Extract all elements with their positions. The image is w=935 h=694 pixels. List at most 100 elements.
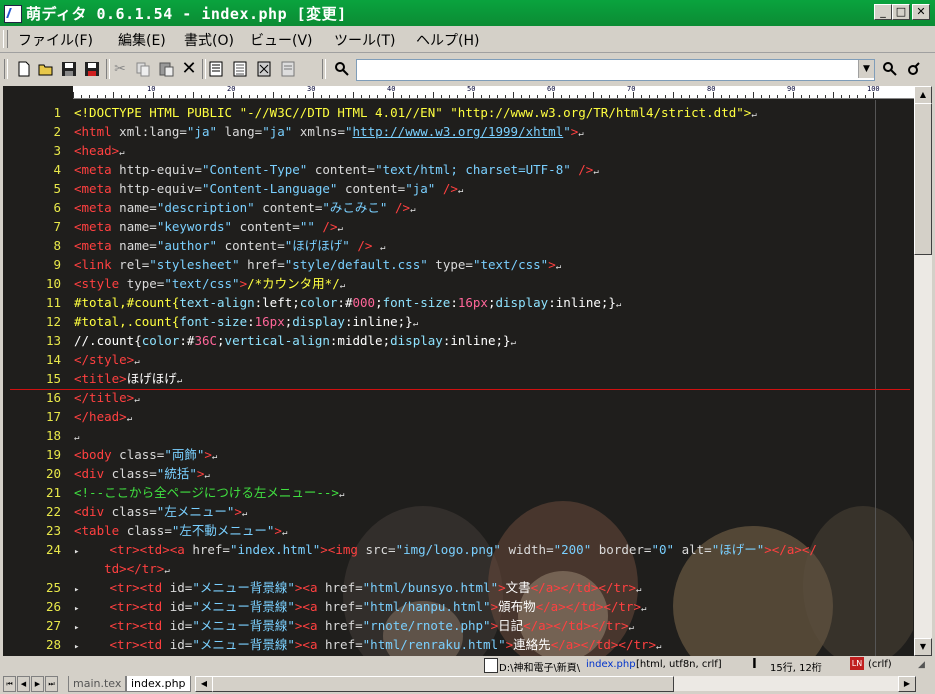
code-line[interactable]: 16 </title>↵ [3,388,914,407]
ruler-tick [409,95,410,98]
tab-index-php[interactable]: index.php [126,676,191,692]
page-icon-3[interactable] [256,61,272,77]
ruler-number: 10 [147,86,156,93]
editor-area[interactable]: 10 20 30 40 50 60 70 80 90 100 1 <!DOCTYPE HTML PU… [3,86,914,656]
menu-view[interactable]: ビュー(V) [250,30,313,50]
code-line[interactable]: 11 #total,#count{text-align:left;color:#0… [3,293,914,312]
code-line[interactable]: 2 <html xml:lang="ja" lang="ja" xmlns="ht… [3,122,914,141]
close-button[interactable]: ✕ [912,4,930,20]
vertical-scroll-thumb[interactable] [914,103,932,255]
open-folder-icon[interactable] [38,61,54,77]
code-line[interactable]: 27 ▸ <tr><td id="メニュー背景線"><a href="rnote/… [3,616,914,635]
line-number: 10 [45,276,61,291]
new-file-icon[interactable] [16,61,32,77]
cut-icon[interactable]: ✂ [112,61,128,77]
paste-icon[interactable] [158,61,174,77]
menu-format[interactable]: 書式(O) [184,30,234,50]
menu-file[interactable]: ファイル(F) [18,30,93,50]
code-line[interactable]: 28 ▸ <tr><td id="メニュー背景線"><a href="html/r… [3,635,914,654]
code-line[interactable]: 5 <meta http-equiv="Content-Language" con… [3,179,914,198]
tab-prev-button[interactable]: ◀ [17,676,30,692]
code-line[interactable]: 20 <div class="統括">↵ [3,464,914,483]
page-icon-1[interactable] [208,61,224,77]
ruler-number: 90 [787,86,796,93]
menu-help[interactable]: ヘルプ(H) [416,30,479,50]
horizontal-scroll-thumb[interactable] [212,676,674,692]
menu-grip [3,30,8,48]
code-line[interactable]: 24 ▸ <tr><td><a href="index.html"><img sr… [3,540,914,559]
line-number: 15 [45,371,61,386]
menu-tools[interactable]: ツール(T) [334,30,395,50]
tab-last-button[interactable]: ⏭ [45,676,58,692]
code-line[interactable]: 1 <!DOCTYPE HTML PUBLIC "-//W3C//DTD HTML… [3,103,914,122]
menu-edit[interactable]: 編集(E) [118,30,166,50]
code-line[interactable]: 14 </style>↵ [3,350,914,369]
line-number: 20 [45,466,61,481]
ruler-tick [81,95,82,98]
code-line[interactable]: 23 <table class="左不動メニュー">↵ [3,521,914,540]
tab-first-button[interactable]: ⏮ [3,676,16,692]
delete-icon[interactable]: ✕ [181,60,197,78]
code-line[interactable]: 13//.count{color:#36C;vertical-align:mid… [3,331,914,350]
status-file: index.php [586,659,636,670]
ruler-tick [801,95,802,98]
save-icon[interactable] [61,61,77,77]
scroll-right-button[interactable]: ▶ [898,676,916,692]
ruler-number: 30 [307,86,316,93]
code-line[interactable]: 3 <head>↵ [3,141,914,160]
line-number: 12 [45,314,61,329]
search-input[interactable] [356,59,875,81]
copy-icon[interactable] [135,61,151,77]
scroll-left-button[interactable]: ◀ [195,676,213,692]
ruler-tick [617,95,618,98]
scroll-down-button[interactable]: ▼ [914,638,932,656]
ruler-tick [497,95,498,98]
line-number: 17 [45,409,61,424]
code-line[interactable]: td></tr>↵ [3,559,914,578]
code-line[interactable]: 8 <meta name="author" content="ほげほげ" /> ↵ [3,236,914,255]
scroll-up-button[interactable]: ▲ [914,86,932,104]
ruler-tick [665,95,666,98]
search-dropdown-button[interactable]: ▼ [858,60,874,78]
title-bar: 萌ディタ 0.6.1.54 - index.php [変更] _ □ ✕ [0,0,935,26]
resize-grip[interactable]: ◢ [918,660,925,670]
page-icon-4[interactable] [280,61,296,77]
ruler-tick [401,95,402,98]
line-number: 25 [45,580,61,595]
code-line[interactable]: 12 #total,.count{font-size:16px;display:i… [3,312,914,331]
page-icon-2[interactable] [232,61,248,77]
code-line[interactable]: 25 ▸ <tr><td id="メニュー背景線"><a href="html/b… [3,578,914,597]
find-icon[interactable] [882,61,898,77]
ruler-tick [673,92,674,98]
code-line[interactable]: 10 <style type="text/css">/*カウンタ用*/↵ [3,274,914,293]
line-number: 24 [45,542,61,557]
code-line[interactable]: 19 <body class="両飾">↵ [3,445,914,464]
save-all-icon[interactable] [84,61,100,77]
tool-icon[interactable] [906,61,922,77]
ruler-tick [353,92,354,98]
code-line[interactable]: 18 ↵ [3,426,914,445]
app-icon[interactable] [4,5,22,23]
ruler-tick [425,95,426,98]
code-line[interactable]: 17 </head>↵ [3,407,914,426]
code-line[interactable]: 21 <!--ここから全ページにつける左メニュー-->↵ [3,483,914,502]
code-line[interactable]: 9 <link rel="stylesheet" href="style/defa… [3,255,914,274]
ruler-number: 60 [547,86,556,93]
ruler-tick [537,95,538,98]
line-number: 4 [53,162,61,177]
menu-bar: ファイル(F) 編集(E) 書式(O) ビュー(V) ツール(T) ヘルプ(H) [0,26,935,53]
code-line[interactable]: 4 <meta http-equiv="Content-Type" content… [3,160,914,179]
code-line[interactable]: 7 <meta name="keywords" content="" />↵ [3,217,914,236]
code-line[interactable]: 22 <div class="左メニュー">↵ [3,502,914,521]
ruler-tick [689,95,690,98]
tab-next-button[interactable]: ▶ [31,676,44,692]
ruler-tick [625,95,626,98]
ruler-tick [377,95,378,98]
ruler-tick [145,95,146,98]
code-line[interactable]: 26 ▸ <tr><td id="メニュー背景線"><a href="html/h… [3,597,914,616]
maximize-button[interactable]: □ [892,4,910,20]
code-line[interactable]: 15 <title>ほげほげ↵ [3,369,914,388]
tab-main-tex[interactable]: main.tex [68,676,127,692]
minimize-button[interactable]: _ [874,4,892,20]
code-line[interactable]: 6 <meta name="description" content="みこみこ"… [3,198,914,217]
